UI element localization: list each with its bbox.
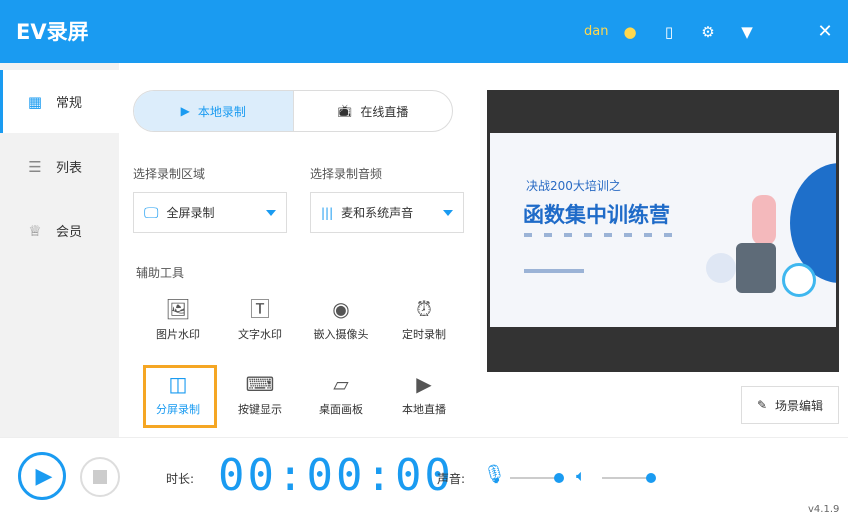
tool-key-display[interactable]: ⌨ 按键显示 <box>225 371 295 417</box>
tools-label: 辅助工具 <box>136 266 185 280</box>
alarm-icon: ⏰︎ <box>416 297 432 321</box>
sidebar-item-label: 会员 <box>56 225 83 240</box>
phone-icon[interactable]: ▯ <box>659 22 679 42</box>
crown-icon: ♕ <box>28 221 42 240</box>
keyboard-icon: ⌨ <box>245 372 275 396</box>
control-bar: ▶ 时长: 00:00:00 声音: 🎙︎ 🔈︎ v4.1.9 <box>0 437 848 515</box>
tool-label: 嵌入摄像头 <box>313 328 369 341</box>
edit-icon: ✎ <box>756 398 768 412</box>
sidebar-item-list[interactable]: ☰ 列表 <box>0 135 119 198</box>
tool-label: 按键显示 <box>238 403 282 416</box>
tool-label: 文字水印 <box>238 328 282 341</box>
speaker-volume-slider[interactable] <box>602 477 650 479</box>
speaker-icon[interactable]: 🔈︎ <box>576 466 586 486</box>
sidebar-item-general[interactable]: ▦ 常规 <box>0 70 119 133</box>
easel-icon: ▱ <box>333 372 349 396</box>
tool-label: 定时录制 <box>402 328 446 341</box>
person-illustration <box>752 195 776 245</box>
speaker-volume-knob[interactable] <box>646 473 656 483</box>
tool-label: 本地直播 <box>402 403 446 416</box>
decor-circle <box>706 253 736 283</box>
tab-label: 在线直播 <box>360 104 409 119</box>
sidebar-item-label: 列表 <box>56 161 83 176</box>
tool-split-screen[interactable]: ◫ 分屏录制 <box>143 371 213 417</box>
grid-icon: ▦ <box>27 92 43 111</box>
play-button[interactable]: ▶ <box>18 452 66 500</box>
slide-subtitle: 决战200大培训之 <box>526 179 621 193</box>
waveform-icon: ||| <box>321 205 334 220</box>
menu-icon[interactable]: ▼ <box>737 22 757 42</box>
microphone-icon[interactable]: 🎙︎ <box>483 464 506 485</box>
tv-icon: 📺︎ <box>337 104 353 118</box>
slide-blur-text <box>524 269 584 273</box>
person-illustration <box>736 243 776 293</box>
region-label: 选择录制区域 <box>133 167 206 181</box>
live-icon: ▶ <box>416 372 432 396</box>
sidebar: ▦ 常规 ☰ 列表 ♕ 会员 <box>0 63 119 437</box>
scene-edit-label: 场景编辑 <box>775 398 824 413</box>
mic-volume-knob[interactable] <box>554 473 564 483</box>
tool-local-live[interactable]: ▶ 本地直播 <box>389 371 459 417</box>
close-icon[interactable]: ✕ <box>815 22 835 42</box>
record-icon: ▶ <box>180 104 190 118</box>
region-value: 全屏录制 <box>166 206 215 220</box>
chevron-down-icon <box>443 209 453 216</box>
tool-label: 图片水印 <box>156 328 200 341</box>
tool-desktop-board[interactable]: ▱ 桌面画板 <box>306 371 376 417</box>
chevron-down-icon <box>266 209 276 216</box>
slide-blur-text <box>524 233 674 237</box>
audio-label: 选择录制音频 <box>310 167 383 181</box>
tool-label: 桌面画板 <box>319 403 363 416</box>
title-bar: EV录屏 dan ● ▯ ⚙ ▼ ✕ <box>0 0 848 63</box>
tab-local-record[interactable]: ▶ 本地录制 <box>134 91 293 131</box>
tool-label: 分屏录制 <box>156 403 200 416</box>
coin-icon[interactable]: ● <box>620 22 640 42</box>
timer-display: 00:00:00 <box>218 450 454 501</box>
tab-online-live[interactable]: 📺︎ 在线直播 <box>292 91 453 131</box>
preview-slide: 决战200大培训之 函数集中训练营 <box>490 133 836 327</box>
tool-camera[interactable]: ◉ 嵌入摄像头 <box>306 296 376 342</box>
clock-illustration <box>782 263 816 297</box>
mode-tabs: ▶ 本地录制 📺︎ 在线直播 <box>133 90 453 132</box>
tool-text-watermark[interactable]: 🅃 文字水印 <box>225 296 295 342</box>
audio-select[interactable]: ||| 麦和系统声音 <box>310 192 464 233</box>
username[interactable]: dan <box>584 24 608 39</box>
audio-value: 麦和系统声音 <box>341 206 414 220</box>
stop-button[interactable] <box>80 457 120 497</box>
app-title: EV录屏 <box>16 20 89 44</box>
slide-headline: 函数集中训练营 <box>523 203 670 227</box>
tool-image-watermark[interactable]: 🖼︎ 图片水印 <box>143 296 213 342</box>
split-screen-icon: ◫ <box>168 372 188 396</box>
sidebar-item-member[interactable]: ♕ 会员 <box>0 199 119 262</box>
list-icon: ☰ <box>28 157 42 176</box>
region-select[interactable]: 🖵︎ 全屏录制 <box>133 192 287 233</box>
stop-icon <box>93 470 107 484</box>
version-label: v4.1.9 <box>808 504 840 515</box>
camera-icon: ◉ <box>332 297 350 321</box>
mic-volume-slider[interactable] <box>510 477 558 479</box>
tab-label: 本地录制 <box>197 104 246 119</box>
text-icon: 🅃 <box>250 297 270 321</box>
duration-label: 时长: <box>166 472 195 486</box>
sound-label: 声音: <box>437 472 466 486</box>
image-icon: 🖼︎ <box>165 297 191 321</box>
gear-icon[interactable]: ⚙ <box>698 22 718 42</box>
tool-timer-record[interactable]: ⏰︎ 定时录制 <box>389 296 459 342</box>
scene-edit-button[interactable]: ✎ 场景编辑 <box>741 386 839 424</box>
sidebar-item-label: 常规 <box>56 96 83 111</box>
monitor-icon: 🖵︎ <box>144 203 159 222</box>
